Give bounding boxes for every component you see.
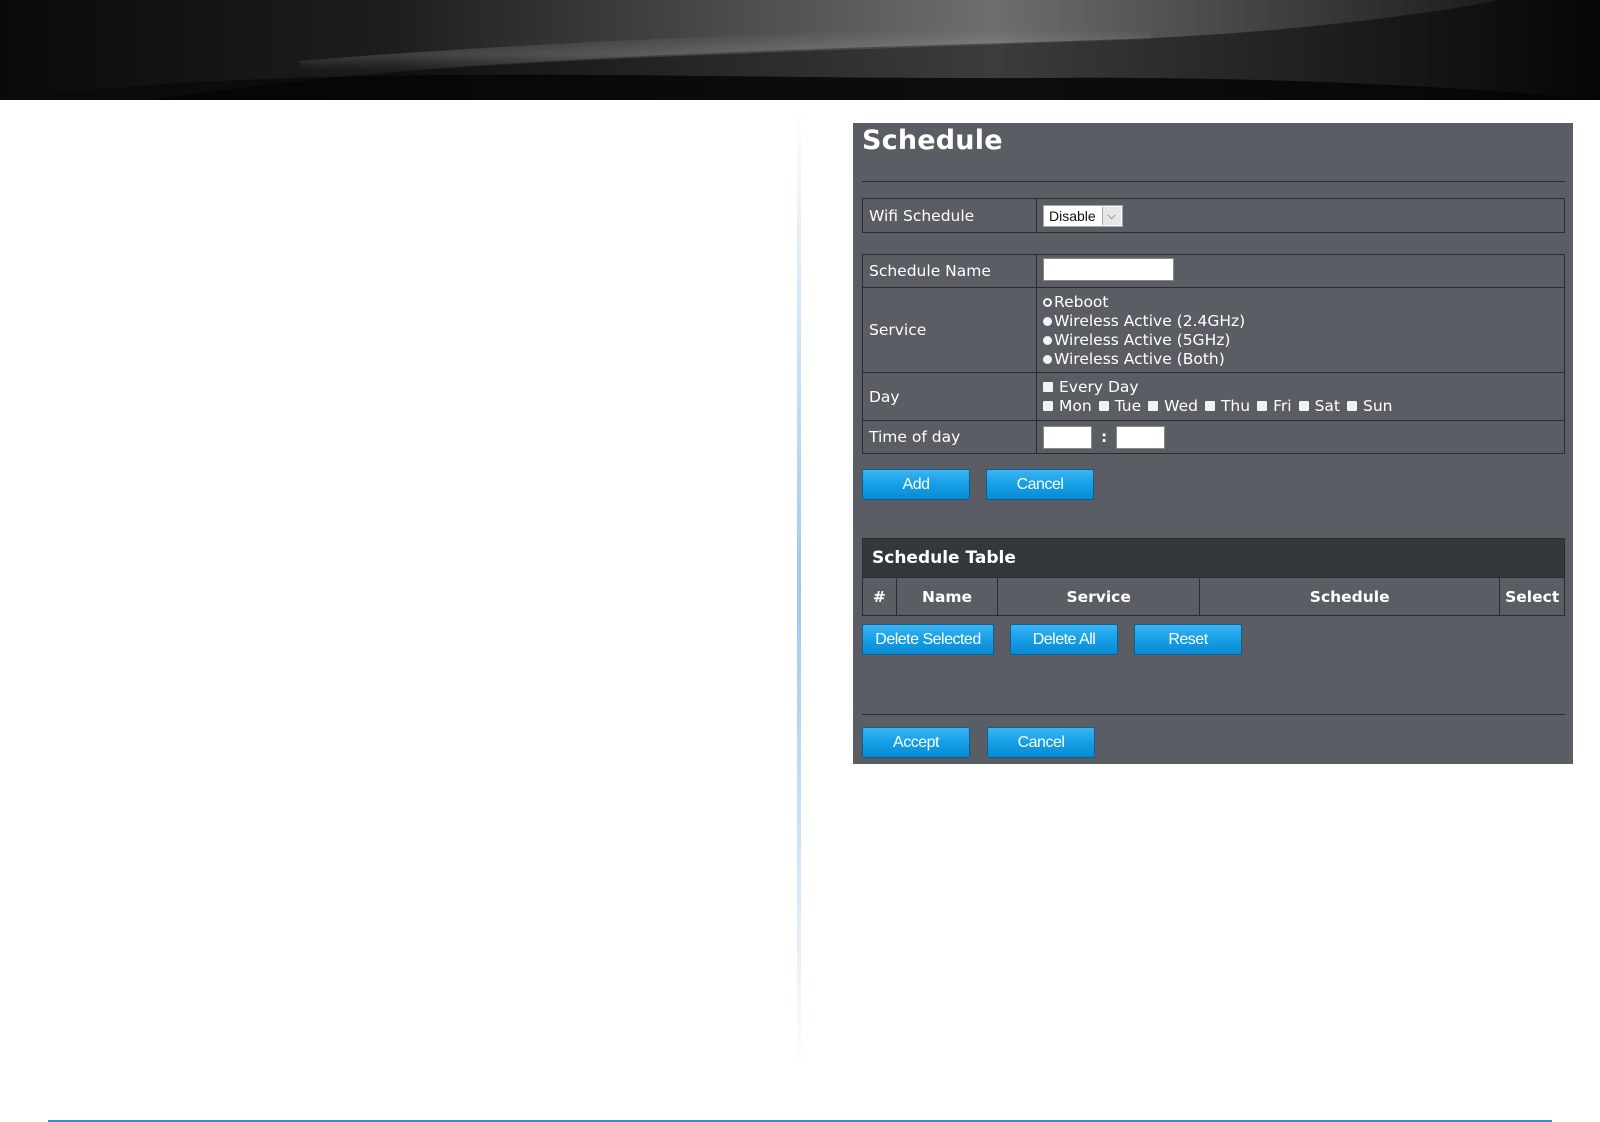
day-checkbox-wed[interactable]: Wed — [1148, 397, 1198, 416]
checkbox[interactable] — [1204, 401, 1215, 411]
footer-separator — [862, 714, 1565, 715]
checkbox[interactable] — [1298, 401, 1309, 411]
wifi-schedule-selected-value: Disable — [1049, 207, 1096, 224]
service-option-label: Wireless Active (2.4GHz) — [1054, 312, 1246, 330]
day-checkbox-sat[interactable]: Sat — [1298, 396, 1340, 416]
checkbox[interactable] — [1043, 401, 1053, 411]
schedule-table-header-row: # Name Service Schedule Select — [863, 578, 1564, 615]
column-header-select: Select — [1505, 587, 1560, 606]
day-checkbox-thu[interactable]: Thu — [1204, 396, 1251, 416]
top-banner — [0, 0, 1600, 100]
day-label-wed: Wed — [1164, 396, 1198, 415]
accept-button[interactable]: Accept — [862, 727, 970, 758]
day-label-mon: Mon — [1059, 396, 1092, 415]
schedule-name-input[interactable] — [1043, 257, 1174, 281]
radio-button[interactable] — [1043, 317, 1052, 326]
column-header-number: # — [863, 578, 897, 615]
day-label-thu: Thu — [1220, 396, 1251, 415]
day-label-sun: Sun — [1362, 396, 1393, 415]
delete-all-button[interactable]: Delete All — [1010, 624, 1118, 655]
decorative-divider — [797, 110, 801, 1070]
column-header-service: Service — [998, 578, 1201, 615]
time-separator: : — [1100, 428, 1108, 446]
column-header-name: Name — [897, 578, 999, 615]
radio-button[interactable] — [1043, 298, 1052, 307]
cancel-bottom-button[interactable]: Cancel — [987, 727, 1095, 758]
schedule-name-label: Schedule Name — [862, 254, 1037, 288]
title-separator — [862, 181, 1565, 182]
schedule-panel: Schedule Wifi Schedule Disable ⌵ Schedul… — [853, 123, 1573, 764]
day-checkbox-sun[interactable]: Sun — [1346, 396, 1393, 416]
service-option-label: Wireless Active (5GHz) — [1054, 331, 1231, 349]
checkbox[interactable] — [1098, 401, 1109, 411]
delete-selected-button[interactable]: Delete Selected — [862, 624, 994, 655]
every-day-checkbox[interactable]: Every Day — [1043, 378, 1139, 397]
service-label: Service — [862, 287, 1037, 373]
day-label-sat: Sat — [1314, 396, 1340, 415]
add-button[interactable]: Add — [862, 469, 970, 500]
service-option-reboot[interactable]: Reboot — [1043, 293, 1558, 312]
chevron-down-icon[interactable]: ⌵ — [1101, 206, 1121, 225]
checkbox[interactable] — [1043, 382, 1053, 392]
wifi-schedule-table: Wifi Schedule Disable ⌵ — [862, 198, 1565, 233]
reset-button[interactable]: Reset — [1134, 624, 1242, 655]
column-header-schedule: Schedule — [1200, 578, 1501, 615]
checkbox[interactable] — [1346, 401, 1357, 411]
radio-button[interactable] — [1043, 355, 1052, 364]
schedule-form-table: Schedule Name Service Reboot Wireless Ac… — [862, 254, 1565, 454]
checkbox[interactable] — [1257, 401, 1268, 411]
day-label-tue: Tue — [1114, 396, 1142, 415]
time-hour-input[interactable] — [1043, 425, 1092, 449]
cancel-button[interactable]: Cancel — [986, 469, 1094, 500]
day-label-fri: Fri — [1273, 396, 1292, 415]
time-minute-input[interactable] — [1116, 425, 1166, 449]
day-checkbox-mon[interactable]: Mon — [1043, 397, 1092, 416]
wifi-schedule-select[interactable]: Disable ⌵ — [1043, 204, 1123, 227]
wifi-schedule-label: Wifi Schedule — [862, 198, 1037, 233]
day-checkbox-fri[interactable]: Fri — [1257, 396, 1292, 416]
service-option-wireless-5[interactable]: Wireless Active (5GHz) — [1043, 331, 1558, 350]
service-option-label: Wireless Active (Both) — [1054, 350, 1225, 368]
schedule-table: Schedule Table # Name Service Schedule S… — [862, 538, 1565, 616]
schedule-table-title: Schedule Table — [863, 539, 1564, 578]
service-option-wireless-24[interactable]: Wireless Active (2.4GHz) — [1043, 312, 1558, 331]
every-day-label: Every Day — [1059, 377, 1139, 396]
service-option-wireless-both[interactable]: Wireless Active (Both) — [1043, 350, 1558, 369]
time-of-day-label: Time of day — [862, 420, 1037, 454]
day-label: Day — [862, 372, 1037, 421]
page-title: Schedule — [862, 125, 1003, 156]
checkbox[interactable] — [1148, 401, 1159, 411]
day-checkbox-tue[interactable]: Tue — [1098, 396, 1142, 416]
radio-button[interactable] — [1043, 336, 1052, 345]
service-option-label: Reboot — [1054, 293, 1109, 311]
